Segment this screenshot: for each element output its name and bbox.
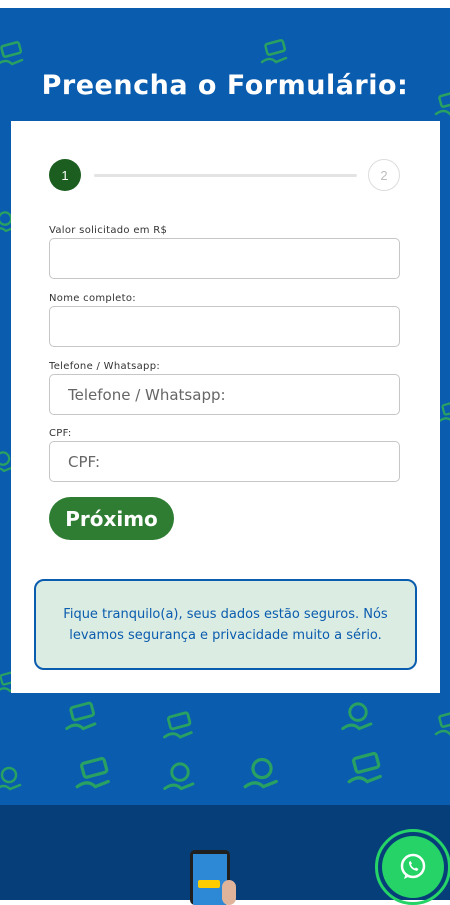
money-hand-icon xyxy=(163,762,195,791)
step-2-indicator: 2 xyxy=(368,159,400,191)
money-hand-icon xyxy=(243,757,278,789)
money-hand-icon xyxy=(341,702,373,731)
money-hand-icon xyxy=(65,701,97,731)
money-hand-icon xyxy=(163,711,193,739)
nome-input[interactable] xyxy=(49,306,400,347)
money-hand-icon xyxy=(0,41,24,66)
cpf-label: CPF: xyxy=(49,428,72,439)
footer-bar xyxy=(0,805,450,905)
hand-illustration xyxy=(222,880,236,905)
phone-screen-logo xyxy=(198,880,220,888)
money-hand-icon xyxy=(347,751,382,784)
money-hand-icon xyxy=(434,711,450,736)
page-title: Preencha o Formulário: xyxy=(41,70,409,101)
cpf-input[interactable] xyxy=(49,441,400,482)
whatsapp-icon xyxy=(400,853,426,879)
next-button[interactable]: Próximo xyxy=(49,497,174,540)
whatsapp-button[interactable] xyxy=(382,836,444,898)
step-1-indicator: 1 xyxy=(49,159,81,191)
telefone-label: Telefone / Whatsapp: xyxy=(49,361,161,372)
valor-input[interactable] xyxy=(49,238,400,279)
form-card: 1 2 Valor solicitado em R$ Nome completo… xyxy=(11,121,440,693)
security-notice-text: Fique tranquilo(a), seus dados estão seg… xyxy=(63,606,388,643)
money-hand-icon xyxy=(75,756,110,789)
stepper-progress-line xyxy=(94,174,357,177)
valor-label: Valor solicitado em R$ xyxy=(49,225,168,236)
money-hand-icon xyxy=(260,39,288,64)
security-notice: Fique tranquilo(a), seus dados estão seg… xyxy=(34,579,417,670)
telefone-input[interactable] xyxy=(49,374,400,415)
money-hand-icon xyxy=(0,766,22,791)
nome-label: Nome completo: xyxy=(49,293,136,304)
